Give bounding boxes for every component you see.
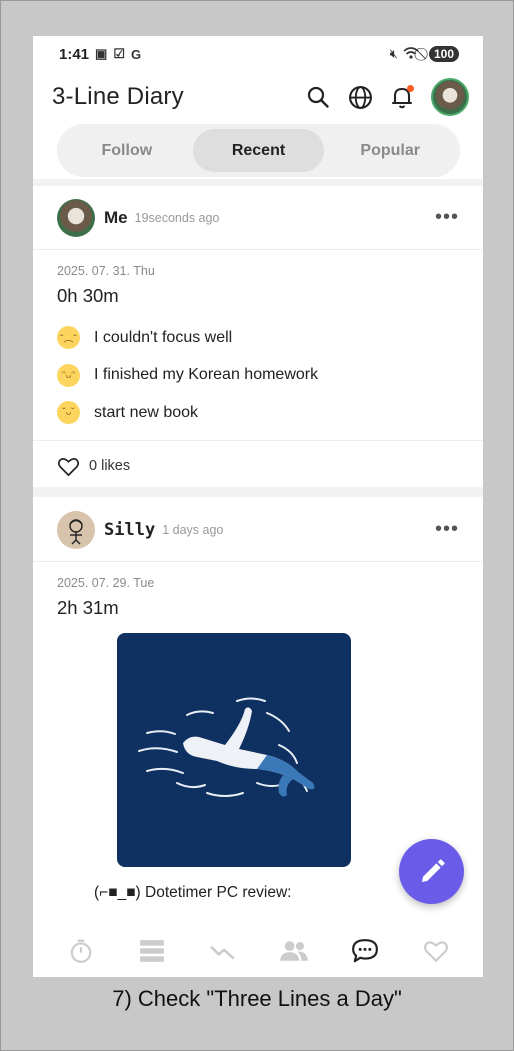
diary-line: ˘︵˘ I couldn't focus well (57, 319, 459, 357)
battery-indicator: 100 (428, 46, 459, 62)
likes-row: 0 likes (33, 439, 483, 492)
tab-popular[interactable]: Popular (324, 129, 456, 172)
search-icon[interactable] (305, 84, 331, 110)
bottom-navigation (33, 924, 483, 977)
diary-line-text: I couldn't focus well (94, 328, 233, 346)
google-icon: G (130, 46, 142, 62)
heart-icon[interactable] (418, 933, 454, 969)
app-title: 3-Line Diary (52, 83, 184, 110)
profile-avatar[interactable] (431, 78, 469, 116)
more-options-icon[interactable]: ••• (435, 206, 459, 229)
post-author[interactable]: Silly (104, 520, 155, 540)
post-image[interactable] (117, 633, 351, 867)
post-time: 1 days ago (162, 522, 224, 537)
app-header: 3-Line Diary (33, 72, 483, 122)
globe-icon[interactable] (347, 84, 373, 110)
checkbox-icon: ☑ (113, 46, 125, 61)
people-icon[interactable] (276, 933, 312, 969)
post-header: Silly 1 days ago ••• (33, 498, 483, 562)
like-heart-icon[interactable] (57, 456, 80, 477)
screenshot-caption: 7) Check "Three Lines a Day" (112, 986, 402, 1011)
feed-tabs: Follow Recent Popular (57, 124, 460, 177)
pencil-icon (421, 859, 444, 882)
smile-face-icon: ᵔᴗᵔ (57, 363, 80, 387)
section-divider (33, 179, 483, 186)
diary-line-text: start new book (94, 403, 199, 421)
section-divider (33, 487, 483, 497)
tab-follow[interactable]: Follow (61, 129, 193, 172)
chart-icon[interactable] (205, 933, 241, 969)
notification-dot (407, 85, 414, 92)
happy-face-icon: ˘ᴗ˘ (57, 401, 80, 425)
status-bar: 1:41 ▣ ☑ G 🔇︎ ⃠ 100 (33, 36, 483, 72)
screenshot-icon: ▣ (95, 46, 108, 61)
post-duration: 0h 30m (57, 285, 119, 306)
diary-post: Silly 1 days ago ••• 2025. 07. 29. Tue 2… (33, 498, 483, 902)
status-time: 1:41 (59, 45, 90, 63)
more-options-icon[interactable]: ••• (435, 518, 459, 541)
write-diary-button[interactable] (399, 839, 464, 904)
post-date: 2025. 07. 31. Thu (57, 264, 155, 278)
tab-recent[interactable]: Recent (192, 129, 325, 172)
post-date: 2025. 07. 29. Tue (57, 576, 155, 590)
mute-icon: 🔇︎ (389, 46, 398, 61)
post-author[interactable]: Me (104, 208, 128, 228)
post-time: 19seconds ago (134, 210, 220, 225)
wifi-icon (403, 46, 419, 63)
bell-icon[interactable] (389, 84, 415, 110)
diary-line: ᵔᴗᵔ I finished my Korean homework (57, 357, 459, 395)
post-duration: 2h 31m (57, 597, 119, 618)
timer-icon[interactable] (63, 933, 99, 969)
post-header: Me 19seconds ago ••• (33, 186, 483, 250)
diary-post: Me 19seconds ago ••• 2025. 07. 31. Thu 0… (33, 186, 483, 492)
phone-screen: 1:41 ▣ ☑ G 🔇︎ ⃠ 100 3-Line Diary (33, 36, 483, 977)
diary-line: ˘ᴗ˘ start new book (57, 394, 459, 432)
frown-face-icon: ˘︵˘ (57, 326, 80, 350)
likes-count: 0 likes (89, 458, 131, 474)
chat-icon[interactable] (347, 933, 383, 969)
list-icon[interactable] (134, 933, 170, 969)
avatar[interactable] (57, 510, 95, 549)
avatar[interactable] (57, 198, 95, 237)
diary-line-text: I finished my Korean homework (94, 366, 319, 384)
